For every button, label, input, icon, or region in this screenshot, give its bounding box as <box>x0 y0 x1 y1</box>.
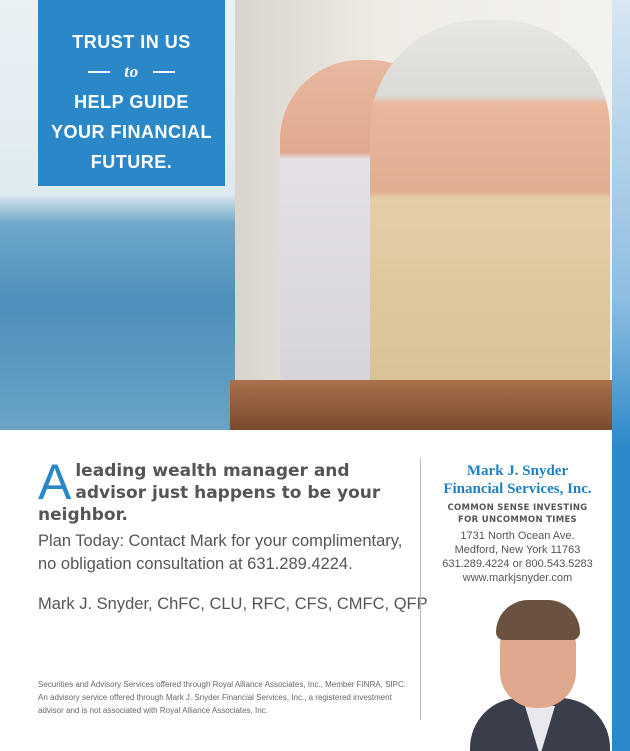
phone-numbers: 631.289.4224 or 800.543.5283 <box>442 558 593 570</box>
address-line: Medford, New York 11763 <box>454 544 581 556</box>
tagline-to-text: to <box>124 62 139 81</box>
firm-tagline: COMMON SENSE INVESTING FOR UNCOMMON TIME… <box>425 502 610 526</box>
drop-cap: A <box>38 454 72 510</box>
ship-rail <box>230 380 612 430</box>
advisor-portrait <box>470 598 610 751</box>
tagline-line: FUTURE. <box>90 152 173 172</box>
woman-figure <box>370 20 610 400</box>
firm-info: Mark J. Snyder Financial Services, Inc. … <box>425 462 610 585</box>
tagline-line: TRUST IN US <box>72 32 191 52</box>
tagline-line: HELP GUIDE <box>74 92 189 112</box>
credentials: Mark J. Snyder, ChFC, CLU, RFC, CFS, CMF… <box>38 595 428 613</box>
tagline-to: to <box>38 57 225 87</box>
divider <box>420 458 421 720</box>
address-line: 1731 North Ocean Ave. <box>460 530 575 542</box>
headline-text: leading wealth manager and advisor just … <box>38 461 381 525</box>
tagline-line: YOUR FINANCIAL <box>51 122 212 142</box>
legal-disclaimer: Securities and Advisory Services offered… <box>38 680 407 715</box>
firm-name: Mark J. Snyder <box>466 463 569 479</box>
headline: A leading wealth manager and advisor jus… <box>38 454 408 526</box>
plan-text: Plan Today: Contact Mark for your compli… <box>38 532 403 573</box>
firm-name: Financial Services, Inc. <box>443 481 592 497</box>
hero-tagline-box: TRUST IN US to HELP GUIDE YOUR FINANCIAL… <box>38 0 225 186</box>
website-link[interactable]: www.markjsnyder.com <box>425 571 610 585</box>
blue-side-strip <box>612 0 630 751</box>
firm-contact: 1731 North Ocean Ave. Medford, New York … <box>425 529 610 585</box>
tagline-1: COMMON SENSE INVESTING <box>447 503 588 513</box>
tagline-2: FOR UNCOMMON TIMES <box>458 515 577 525</box>
